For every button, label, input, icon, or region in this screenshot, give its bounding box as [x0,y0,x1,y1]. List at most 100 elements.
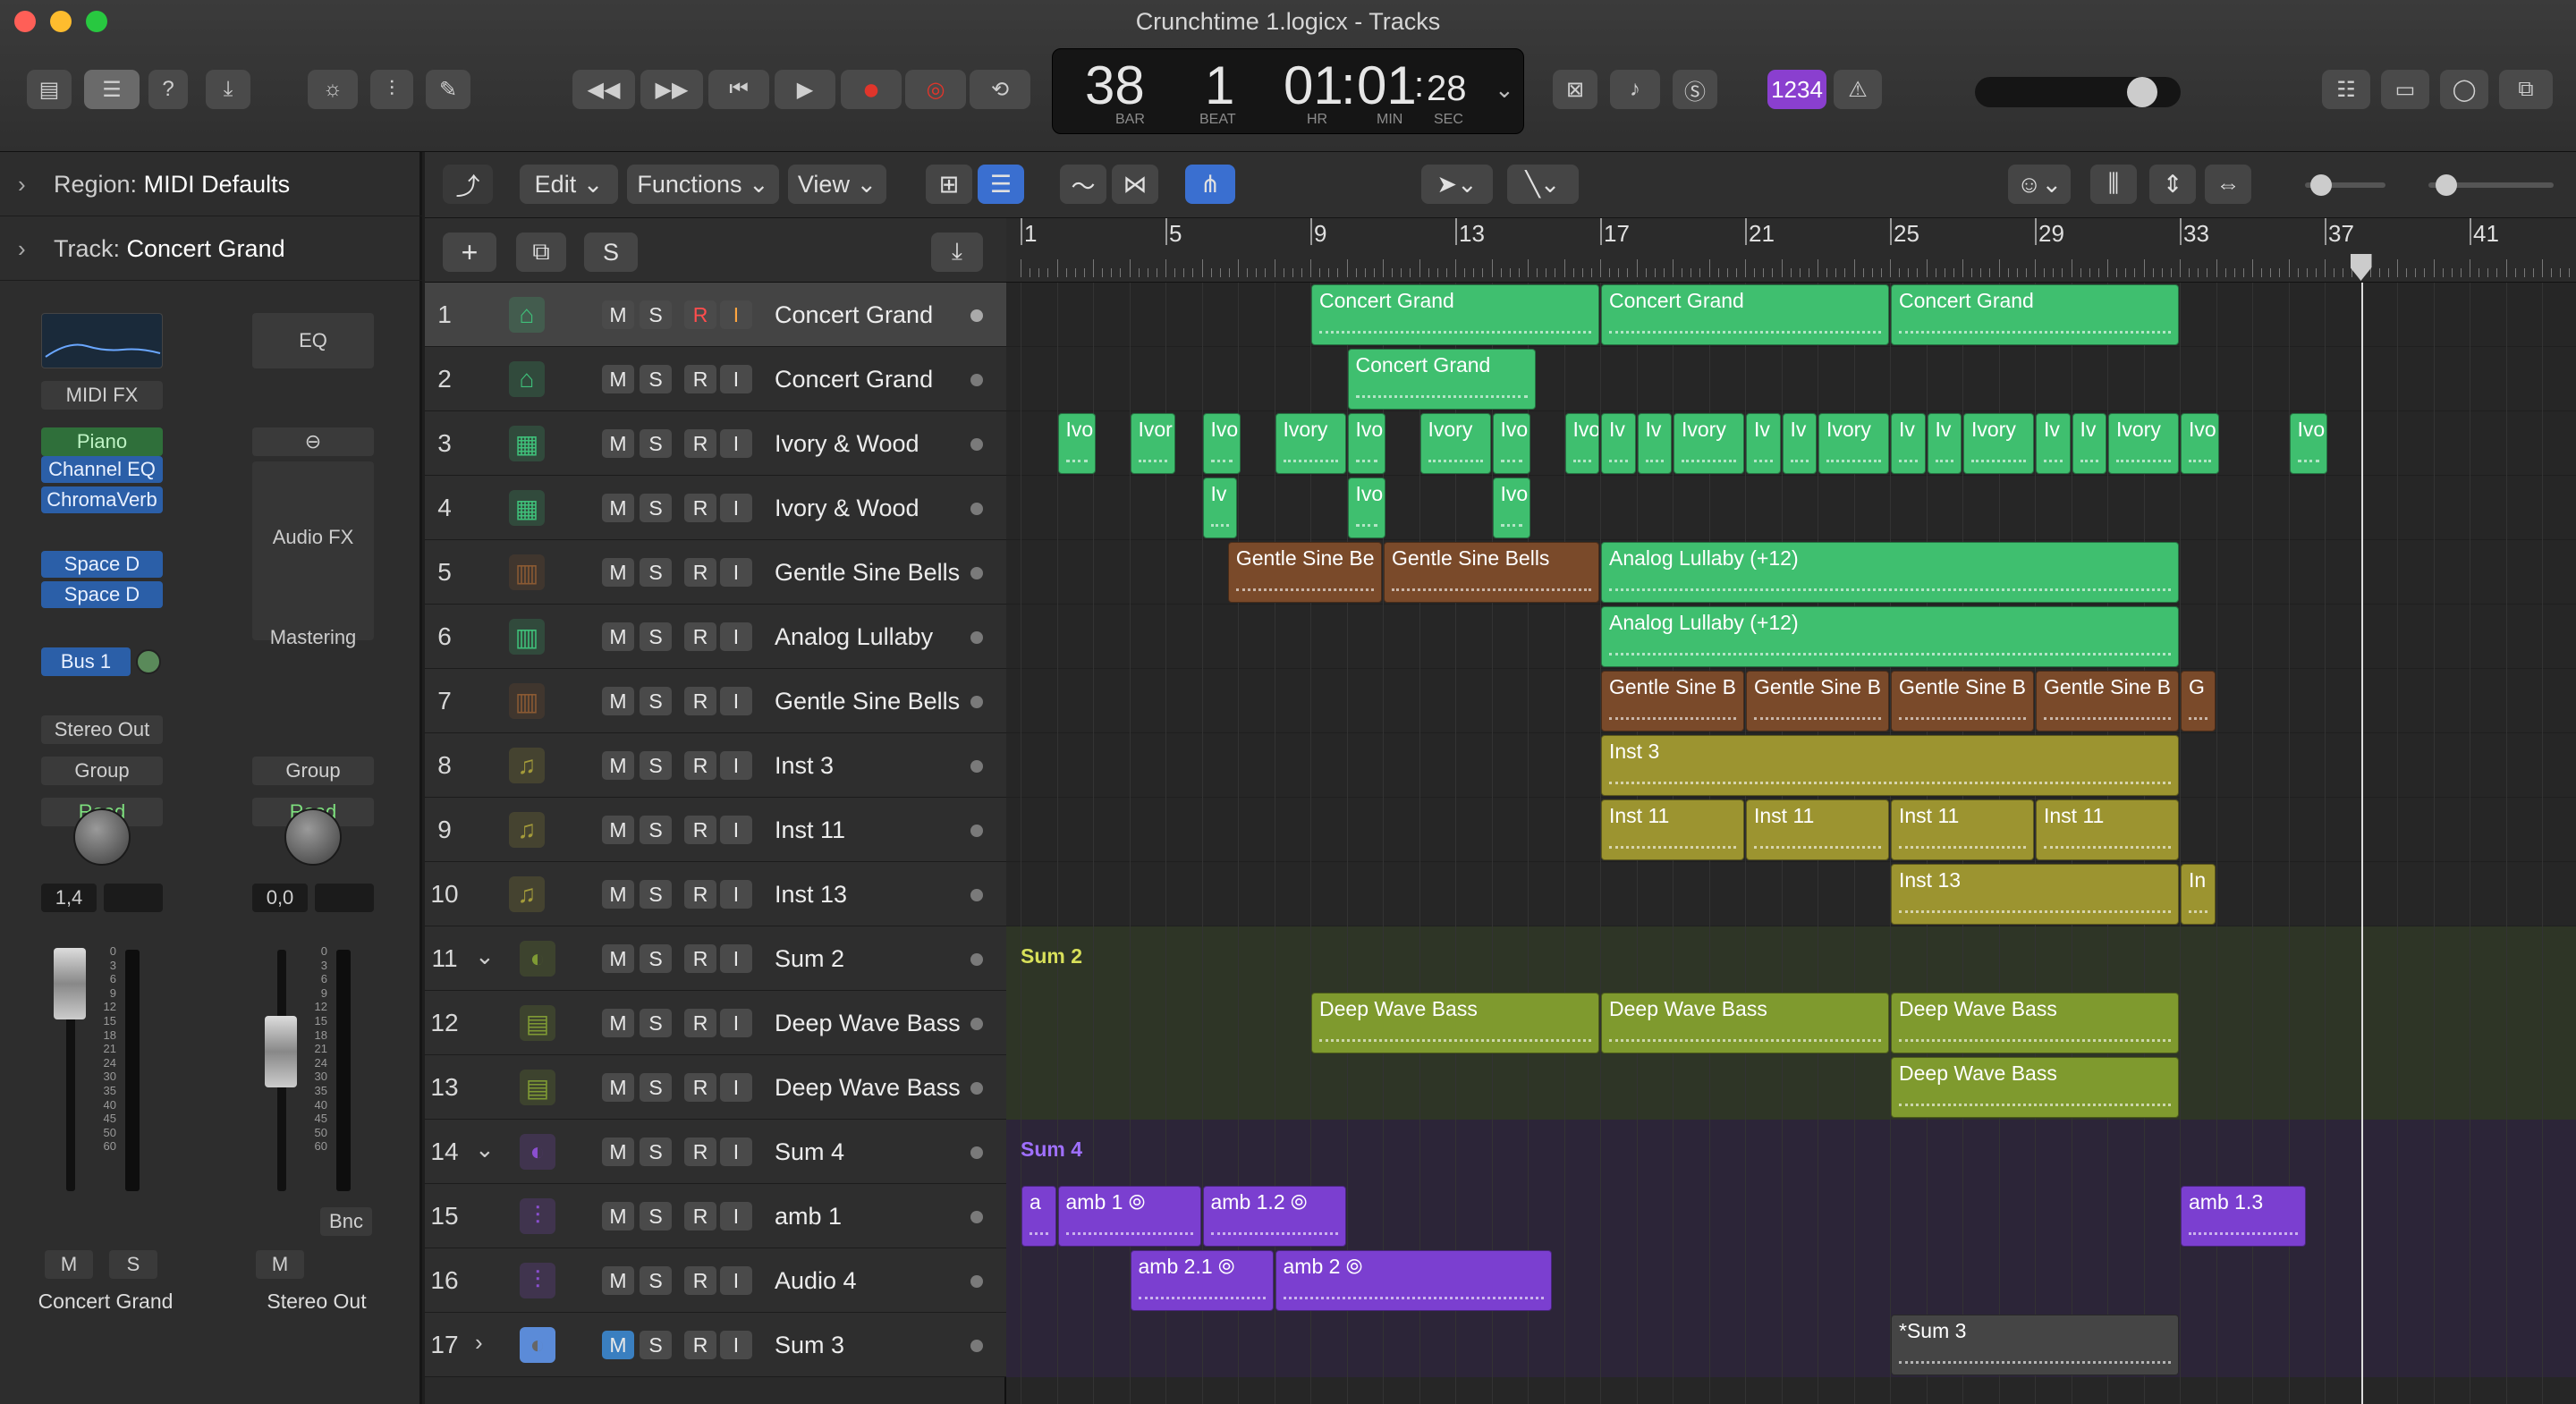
mute-button[interactable]: M [602,880,634,909]
solo-button[interactable]: S [640,816,672,844]
inspector-button[interactable]: ☰ [84,70,140,109]
mute-button[interactable]: M [602,944,634,973]
track-name[interactable]: Inst 13 [775,862,847,926]
quick-help-button[interactable]: ? [148,70,188,109]
region[interactable]: Concert Grand [1311,284,1599,345]
horizontal-fit-icon[interactable]: ⇔ [2205,165,2251,204]
eq-slot[interactable]: EQ [252,313,374,368]
track-name[interactable]: Ivory & Wood [775,476,919,540]
input-monitor-button[interactable]: I [720,687,752,715]
region[interactable]: Deep Wave Bass [1311,993,1599,1053]
loop-browser-button[interactable]: ◯ [2440,70,2488,109]
pan-knob[interactable] [73,808,131,866]
record-enable-button[interactable]: R [684,1073,716,1102]
lcd-display[interactable]: 38 1 01 : 01 : 28 BAR BEAT HR MIN SEC ⌄ [1052,48,1524,134]
region[interactable]: Inst 11 [1891,799,2034,860]
record-enable-button[interactable]: R [684,816,716,844]
region[interactable]: Concert Grand [1601,284,1889,345]
record-enable-button[interactable]: R [684,751,716,780]
track-inspector-header[interactable]: › Track: Concert Grand [0,216,422,281]
mute-button[interactable]: M [602,365,634,393]
mute-button[interactable]: M [602,622,634,651]
track-row[interactable]: 17 › ◐ M S R I Sum 3 [425,1313,1006,1377]
region[interactable]: amb 1.3 [2181,1186,2306,1247]
lcd-chevron-down-icon[interactable]: ⌄ [1495,76,1514,104]
track-name[interactable]: Concert Grand [775,283,933,347]
region[interactable]: Gentle Sine Be [1227,542,1382,603]
group-slot[interactable]: Group [41,757,163,785]
record-enable-button[interactable]: R [684,1266,716,1295]
region[interactable]: In [2181,864,2216,925]
mute-button[interactable]: M [602,429,634,458]
flex-icon[interactable]: ⋈ [1112,165,1158,204]
mute-button[interactable]: M [602,1202,634,1231]
track-name[interactable]: Analog Lullaby [775,605,933,669]
region[interactable]: amb 1.2 ⦾ [1202,1186,1346,1247]
solo-button[interactable]: S [640,558,672,587]
chevron-down-icon[interactable]: ⌄ [475,1136,495,1163]
send-level-knob[interactable] [136,649,161,674]
region[interactable]: Ivory [1419,413,1491,474]
output-slot[interactable]: Stereo Out [41,715,163,744]
record-enable-button[interactable]: R [684,558,716,587]
input-monitor-button[interactable]: I [720,1009,752,1037]
fast-forward-button[interactable]: ▶▶ [640,70,703,109]
automation-icon[interactable]: 〜 [1060,165,1106,204]
eq-thumbnail[interactable] [41,313,163,368]
region[interactable]: Ivory [1564,413,1599,474]
midi-fx-slot[interactable]: MIDI FX [41,381,163,410]
solo-button[interactable]: S [640,494,672,522]
region[interactable]: Gentle Sine B [1746,671,1889,732]
region[interactable]: Ivo [1492,413,1531,474]
region[interactable]: *Sum 3 [1891,1315,2179,1375]
track-row[interactable]: 14 ⌄ ◐ M S R I Sum 4 [425,1120,1006,1184]
track-row[interactable]: 12 ▤ M S R I Deep Wave Bass [425,991,1006,1055]
record-button[interactable]: ● [841,70,902,109]
volume-fader-cap[interactable] [54,948,86,1019]
region[interactable]: Ivo [1347,478,1386,538]
region[interactable]: Inst 11 [1601,799,1744,860]
region[interactable]: Ivory [2108,413,2179,474]
bus-slot[interactable]: Bus 1 [41,647,131,676]
track-name[interactable]: Sum 4 [775,1120,844,1184]
solo-button[interactable]: S [640,622,672,651]
region[interactable]: Deep Wave Bass [1601,993,1889,1053]
mute-button[interactable]: M [602,816,634,844]
input-monitor-button[interactable]: I [720,558,752,587]
horizontal-zoom-slider[interactable] [2428,174,2554,196]
send-slot-1[interactable]: Space D [41,551,163,578]
track-name[interactable]: Gentle Sine Bells [775,540,960,605]
region[interactable]: Analog Lullaby (+12) [1601,542,2179,603]
replace-button[interactable]: ⊠ [1553,70,1597,109]
input-monitor-button[interactable]: I [720,816,752,844]
region[interactable]: Gentle Sine B [1601,671,1744,732]
add-track-button[interactable]: + [443,233,496,272]
region[interactable]: Deep Wave Bass [1891,993,2179,1053]
solo-button[interactable]: S [640,1138,672,1166]
input-monitor-button[interactable]: I [720,1073,752,1102]
play-button[interactable]: ▶ [775,70,835,109]
region[interactable]: Analog Lullaby (+12) [1601,606,2179,667]
input-monitor-button[interactable]: I [720,1331,752,1359]
region[interactable]: Concert Grand [1891,284,2179,345]
capture-recording-button[interactable]: ◎ [905,70,966,109]
region[interactable]: Iv [1202,478,1237,538]
pencil-tool-icon[interactable]: ╲⌄ [1507,165,1579,204]
tuner-button[interactable]: ♪ [1610,70,1660,109]
track-name[interactable]: Gentle Sine Bells [775,669,960,733]
track-row[interactable]: 15 ⫶ M S R Iamb 1 [425,1184,1006,1248]
mute-button[interactable]: M [602,687,634,715]
back-arrow-icon[interactable]: ⤴ [443,165,493,204]
track-row[interactable]: 7 ▥ M S R I Gentle Sine Bells [425,669,1006,733]
track-row[interactable]: 2 ⌂ M S R I Concert Grand [425,347,1006,411]
track-row[interactable]: 9 ♫ M S R I Inst 11 [425,798,1006,862]
input-monitor-button[interactable]: I [720,622,752,651]
count-in-button[interactable]: 1234 [1767,70,1826,109]
region[interactable]: a [1021,1186,1056,1247]
group-slot[interactable]: Group [252,757,374,785]
input-monitor-button[interactable]: I [720,1138,752,1166]
toolbar-button[interactable]: ⤓ [206,70,250,109]
track-lane[interactable] [1006,476,2576,540]
track-name[interactable]: Sum 3 [775,1313,844,1377]
master-volume-slider[interactable] [1975,77,2181,107]
